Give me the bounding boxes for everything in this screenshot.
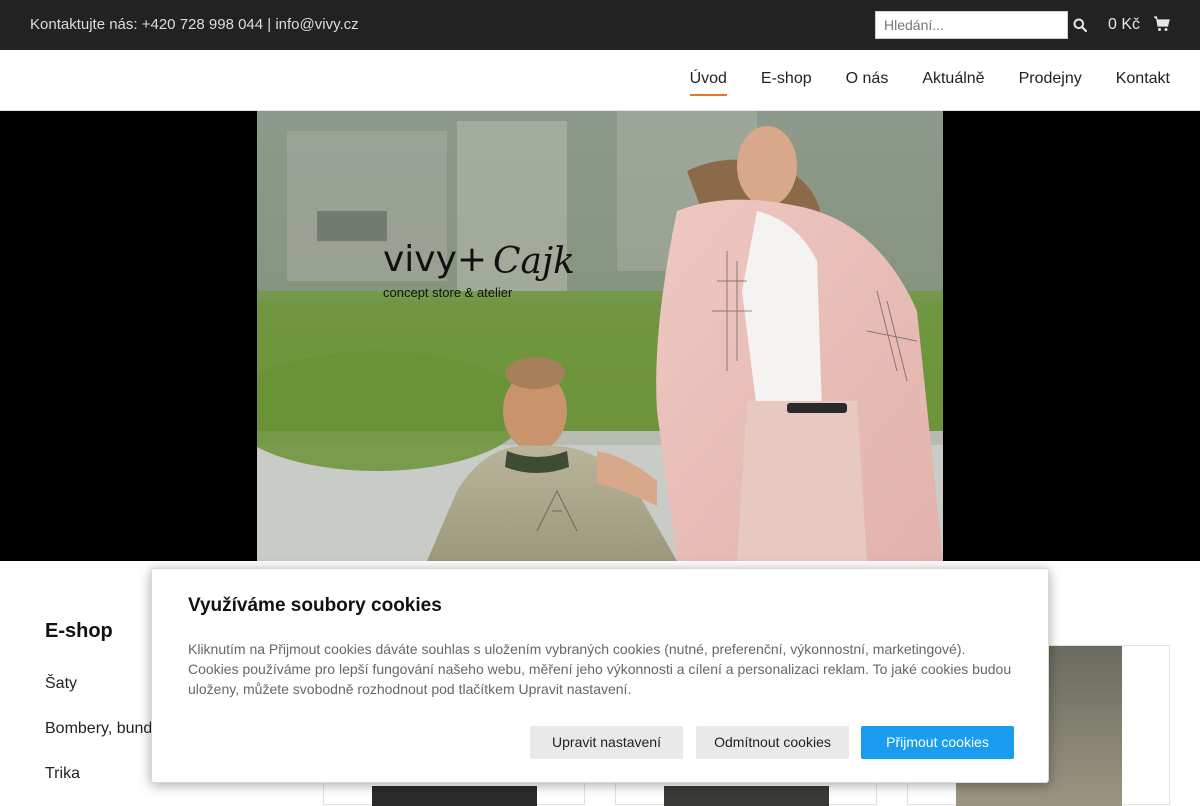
cart-icon[interactable]	[1153, 16, 1171, 32]
hero-image: vivy+ Cajk concept store & atelier	[257, 111, 943, 561]
contact-info: Kontaktujte nás: +420 728 998 044 | info…	[30, 16, 359, 33]
search-input[interactable]	[875, 11, 1068, 39]
hero-logo-script: Cajk	[493, 241, 575, 282]
cookie-settings-button[interactable]: Upravit nastavení	[530, 726, 683, 759]
main-navigation: Úvod E-shop O nás Aktuálně Prodejny Kont…	[0, 50, 1200, 111]
nav-item-o-nas[interactable]: O nás	[846, 70, 889, 96]
sidebar-item-bombery[interactable]: Bombery, bundy	[45, 720, 160, 738]
nav-item-uvod[interactable]: Úvod	[689, 70, 728, 96]
nav-menu: Úvod E-shop O nás Aktuálně Prodejny Kont…	[656, 70, 1170, 96]
sidebar-item-saty[interactable]: Šaty	[45, 675, 77, 693]
product-image	[372, 786, 537, 806]
hero-banner: vivy+ Cajk concept store & atelier	[0, 111, 1200, 561]
nav-item-prodejny[interactable]: Prodejny	[1019, 70, 1082, 96]
hero-photo: vivy+ Cajk concept store & atelier	[257, 111, 943, 561]
top-bar: Kontaktujte nás: +420 728 998 044 | info…	[0, 0, 1200, 50]
cookie-reject-button[interactable]: Odmítnout cookies	[696, 726, 849, 759]
cookie-text: Kliknutím na Přijmout cookies dáváte sou…	[188, 641, 1012, 697]
nav-item-eshop[interactable]: E-shop	[761, 70, 812, 96]
cookie-dialog: Využíváme soubory cookies Kliknutím na P…	[151, 568, 1049, 783]
sidebar-item-trika[interactable]: Trika	[45, 765, 80, 783]
product-image	[664, 786, 829, 806]
hero-logo-subtitle: concept store & atelier	[383, 285, 513, 300]
cart-total[interactable]: 0 Kč	[1108, 16, 1140, 34]
sidebar-title: E-shop	[45, 620, 113, 642]
nav-item-kontakt[interactable]: Kontakt	[1116, 70, 1170, 96]
cookie-accept-button[interactable]: Přijmout cookies	[861, 726, 1014, 759]
search-icon	[1073, 18, 1087, 32]
search-button[interactable]	[1068, 11, 1092, 39]
cookie-title: Využíváme soubory cookies	[188, 595, 442, 616]
hero-logo-main: vivy+	[383, 239, 487, 280]
nav-item-aktualne[interactable]: Aktuálně	[922, 70, 984, 96]
